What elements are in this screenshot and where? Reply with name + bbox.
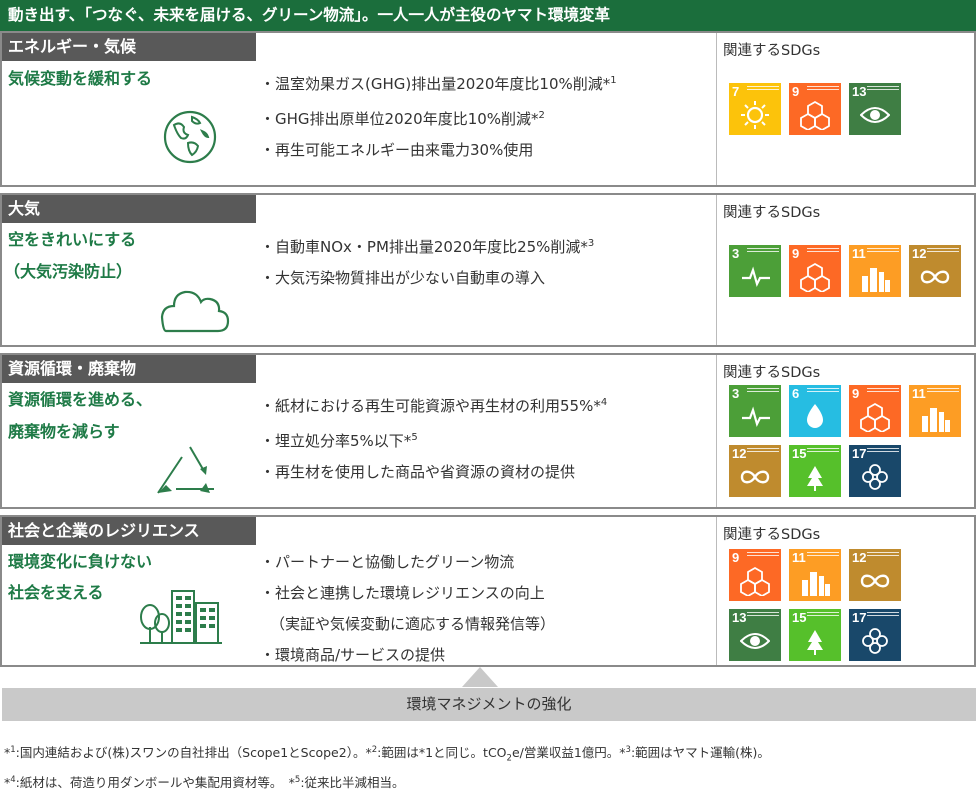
- sdg-goal-11-icon: 11: [789, 549, 841, 601]
- sdg-goal-15-icon: 15: [789, 445, 841, 497]
- sdg-goal-9-icon: 9: [789, 245, 841, 297]
- sdg-goal-9-icon: 9: [729, 549, 781, 601]
- sdg-goal-number: 11: [912, 386, 926, 401]
- footnote-line-2: *4:紙材は、荷造り用ダンボールや集配用資材等。 *5:従来比半減相当。: [4, 774, 405, 790]
- action-item: ・埋立処分率5%以下*5: [260, 432, 418, 450]
- recycle-icon: [157, 446, 214, 494]
- sdg-goal-number: 7: [732, 84, 740, 99]
- category-label: 社会と企業のレジリエンス: [2, 517, 256, 545]
- sdg-goal-11-icon: 11: [909, 385, 961, 437]
- sdg-goal-number: 12: [912, 246, 927, 261]
- sdg-goal-number: 15: [792, 610, 807, 625]
- category-label: 大気: [2, 195, 256, 223]
- sdg-heading: 関連するSDGs: [723, 205, 821, 221]
- sdg-heading: 関連するSDGs: [723, 365, 821, 381]
- sdg-heading: 関連するSDGs: [723, 43, 821, 59]
- sdg-goal-number: 12: [732, 446, 747, 461]
- sdg-goal-12-icon: 12: [849, 549, 901, 601]
- action-list: ・紙材における再生可能資源や再生材の利用55%*4 ・埋立処分率5%以下*5 ・…: [260, 387, 607, 488]
- category-label: エネルギー・気候: [2, 33, 256, 61]
- sdg-goal-3-icon: 3: [729, 245, 781, 297]
- arrow-up-icon: [462, 667, 498, 687]
- footnote-line-1: *1:国内連結および(株)スワンの自社排出（Scope1とScope2）。*2:…: [4, 744, 770, 764]
- sdg-goal-number: 12: [852, 550, 867, 565]
- sdg-goal-number: 17: [852, 610, 867, 625]
- sdg-goal-12-icon: 12: [909, 245, 961, 297]
- sdg-panel: 関連するSDGs 9 11 12 13 15 17: [716, 517, 975, 665]
- section-energy-climate: エネルギー・気候 気候変動を緩和する ・温室効果ガス(GHG)排出量2020年度…: [0, 31, 976, 187]
- sdg-goal-number: 9: [792, 246, 800, 261]
- section-resources: 資源循環・廃棄物 資源循環を進める、 廃棄物を減らす ・紙材における再生可能資源…: [0, 353, 976, 509]
- action-item: ・再生可能エネルギー由来電力30%使用: [260, 141, 534, 159]
- sdg-panel: 関連するSDGs 3 9 11 12: [716, 195, 975, 345]
- city-trees-icon: [140, 590, 222, 644]
- sdg-goal-number: 11: [852, 246, 866, 261]
- sdg-goal-number: 11: [792, 550, 806, 565]
- cloud-icon: [160, 290, 230, 333]
- sdg-goal-11-icon: 11: [849, 245, 901, 297]
- sdg-goal-9-icon: 9: [849, 385, 901, 437]
- goal-text: 資源循環を進める、: [8, 390, 153, 409]
- sdg-goal-number: 3: [732, 246, 740, 261]
- sdg-goal-number: 3: [732, 386, 740, 401]
- sdg-panel: 関連するSDGs 3 6 9 11 12 15 17: [716, 355, 975, 507]
- sdg-goal-number: 13: [852, 84, 867, 99]
- sdg-goal-17-icon: 17: [849, 609, 901, 661]
- sdg-goal-7-icon: 7: [729, 83, 781, 135]
- goal-text: 気候変動を緩和する: [8, 69, 153, 88]
- action-item: ・環境商品/サービスの提供: [260, 646, 446, 664]
- sdg-goal-number: 13: [732, 610, 747, 625]
- page-banner: 動き出す、「つなぐ、未来を届ける、グリーン物流」。一人一人が主役のヤマト環境変革: [0, 0, 976, 31]
- action-item: ・紙材における再生可能資源や再生材の利用55%*4: [260, 397, 608, 415]
- sdg-goal-number: 17: [852, 446, 867, 461]
- sdg-goal-15-icon: 15: [789, 609, 841, 661]
- sdg-goal-number: 15: [792, 446, 807, 461]
- globe-icon: [163, 110, 217, 164]
- sdg-goal-6-icon: 6: [789, 385, 841, 437]
- sdg-goal-17-icon: 17: [849, 445, 901, 497]
- action-list: ・パートナーと協働したグリーン物流 ・社会と連携した環境レジリエンスの向上 （実…: [260, 547, 555, 671]
- action-item: ・再生材を使用した商品や省資源の資材の提供: [260, 463, 576, 481]
- action-list: ・温室効果ガス(GHG)排出量2020年度比10%削減*1 ・GHG排出原単位2…: [260, 65, 617, 166]
- section-air: 大気 空をきれいにする （大気汚染防止） ・自動車NOx・PM排出量2020年度…: [0, 193, 976, 347]
- action-item: ・社会と連携した環境レジリエンスの向上: [260, 584, 545, 602]
- sdg-goal-12-icon: 12: [729, 445, 781, 497]
- sdg-goal-13-icon: 13: [849, 83, 901, 135]
- category-label: 資源循環・廃棄物: [2, 355, 256, 383]
- goal-text: 空をきれいにする: [8, 230, 137, 249]
- sdg-heading: 関連するSDGs: [723, 527, 821, 543]
- action-item: ・パートナーと協働したグリーン物流: [260, 553, 515, 571]
- sdg-goal-9-icon: 9: [789, 83, 841, 135]
- action-item: ・自動車NOx・PM排出量2020年度比25%削減*3: [260, 238, 595, 256]
- sdg-goal-number: 6: [792, 386, 800, 401]
- environmental-management-bar: 環境マネジメントの強化: [2, 688, 976, 721]
- action-item: ・温室効果ガス(GHG)排出量2020年度比10%削減*1: [260, 75, 617, 93]
- sdg-panel: 関連するSDGs 7 9 13: [716, 33, 975, 185]
- sdg-goal-13-icon: 13: [729, 609, 781, 661]
- goal-text-sub: 社会を支える: [8, 583, 104, 602]
- action-item: （実証や気候変動に適応する情報発信等）: [270, 615, 556, 633]
- section-resilience: 社会と企業のレジリエンス 環境変化に負けない 社会を支える ・パートナーと協働し…: [0, 515, 976, 667]
- action-item: ・GHG排出原単位2020年度比10%削減*2: [260, 110, 545, 128]
- sdg-goal-number: 9: [852, 386, 860, 401]
- goal-text-sub: （大気汚染防止）: [4, 262, 133, 281]
- goal-text: 環境変化に負けない: [8, 552, 153, 571]
- action-item: ・大気汚染物質排出が少ない自動車の導入: [260, 269, 546, 287]
- sdg-goal-3-icon: 3: [729, 385, 781, 437]
- sdg-goal-number: 9: [792, 84, 800, 99]
- sdg-goal-number: 9: [732, 550, 740, 565]
- action-list: ・自動車NOx・PM排出量2020年度比25%削減*3 ・大気汚染物質排出が少な…: [260, 228, 594, 294]
- goal-text-sub: 廃棄物を減らす: [8, 422, 120, 441]
